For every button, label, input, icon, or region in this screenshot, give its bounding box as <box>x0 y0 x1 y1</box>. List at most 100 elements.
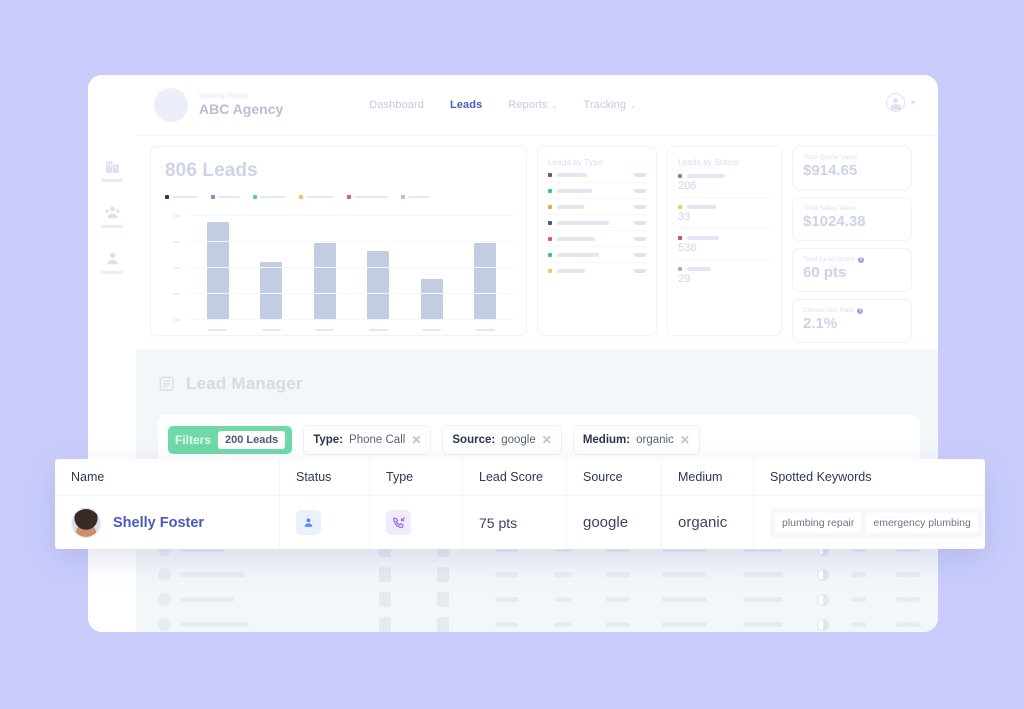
leads-by-status-row[interactable]: 206 <box>678 167 771 198</box>
meta-placeholder <box>850 597 867 602</box>
filters-button[interactable]: Filters 200 Leads <box>168 426 293 454</box>
table-row[interactable]: Shelly Foster 75 pts google organic plum… <box>55 495 985 549</box>
nav-item-leads[interactable]: Leads <box>450 99 482 111</box>
name-placeholder <box>180 572 246 577</box>
type-count <box>634 205 646 209</box>
chart-bar[interactable] <box>420 279 443 319</box>
type-color-dot <box>548 221 552 225</box>
nav-item-label: Leads <box>450 99 483 111</box>
chart-gridline <box>187 241 514 242</box>
close-icon[interactable]: ✕ <box>411 433 421 447</box>
type-label <box>557 205 584 209</box>
chevron-down-icon: ⌄ <box>551 103 558 110</box>
type-label <box>557 221 609 225</box>
close-icon[interactable]: ✕ <box>542 433 552 447</box>
column-header-name[interactable]: Name <box>55 459 280 495</box>
chart-gridline <box>187 267 514 268</box>
leads-by-type-row[interactable] <box>548 167 646 183</box>
cell-name[interactable]: Shelly Foster <box>55 496 280 549</box>
leads-by-type-row[interactable] <box>548 231 646 247</box>
avatar-placeholder <box>158 593 171 606</box>
chart-bar[interactable] <box>474 243 497 319</box>
type-color-dot <box>548 237 552 241</box>
progress-placeholder <box>816 568 829 581</box>
column-header-status[interactable]: Status <box>280 459 370 495</box>
lead-manager-title: Lead Manager <box>186 374 303 393</box>
column-header-spotted-keywords[interactable]: Spotted Keywords <box>754 459 985 495</box>
source-placeholder <box>554 572 573 577</box>
filters-count-badge: 200 Leads <box>218 431 286 449</box>
table-row-placeholder[interactable] <box>158 612 920 632</box>
column-header-type[interactable]: Type <box>370 459 463 495</box>
leads-by-status-row[interactable]: 33 <box>678 198 771 229</box>
user-menu[interactable] <box>886 93 916 112</box>
cell-source: google <box>567 496 662 549</box>
close-icon[interactable]: ✕ <box>680 433 690 447</box>
leads-by-type-row[interactable] <box>548 199 646 215</box>
legend-item <box>401 195 430 199</box>
top-bar: Viewing Profile ABC Agency Dashboard Lead… <box>88 75 938 136</box>
leads-chart-card: 806 Leads <box>150 146 527 336</box>
info-icon[interactable]: ? <box>857 307 864 314</box>
chart-bar[interactable] <box>206 222 229 319</box>
keywords-placeholder <box>661 597 708 602</box>
nav-item-reports[interactable]: Reports ⌄ <box>508 99 557 111</box>
chart-bar[interactable] <box>313 243 336 319</box>
nav-item-tracking[interactable]: Tracking ⌄ <box>583 99 636 111</box>
status-count: 29 <box>678 273 691 285</box>
type-placeholder <box>436 617 449 632</box>
chart-y-tick <box>173 293 180 295</box>
sidebar-item-1[interactable] <box>88 204 136 228</box>
leads-by-type-row[interactable] <box>548 263 646 278</box>
stat-label: Total Sales Value <box>803 205 901 212</box>
brand-block[interactable]: Viewing Profile ABC Agency <box>154 88 283 122</box>
progress-placeholder <box>816 593 829 606</box>
leads-by-type-row[interactable] <box>548 215 646 231</box>
type-label <box>557 253 599 257</box>
stat-card: Total Sales Value $1024.38 <box>792 197 912 241</box>
chart-bar[interactable] <box>260 262 283 319</box>
table-row-placeholder[interactable] <box>158 587 920 612</box>
filter-chip[interactable]: Type: Phone Call ✕ <box>303 425 432 455</box>
score-placeholder <box>494 572 519 577</box>
leads-by-type-row[interactable] <box>548 247 646 263</box>
lead-name-link[interactable]: Shelly Foster <box>113 515 204 531</box>
nav-item-dashboard[interactable]: Dashboard <box>369 99 424 111</box>
table-row-placeholder[interactable] <box>158 562 920 587</box>
filter-chip[interactable]: Source: google ✕ <box>442 425 562 455</box>
stat-label-text: Total Quote Value <box>803 154 858 161</box>
cell-medium: organic <box>662 496 754 549</box>
medium-placeholder <box>606 597 630 602</box>
chart-x-label <box>315 328 335 331</box>
leads-by-type-row[interactable] <box>548 183 646 199</box>
chart-x-label <box>261 328 281 331</box>
type-label <box>557 189 592 193</box>
chart-title: 806 Leads <box>165 160 258 181</box>
type-count <box>634 237 646 241</box>
stat-card: Total Lead Score? 60 pts <box>792 248 912 292</box>
column-header-source[interactable]: Source <box>567 459 662 495</box>
leads-by-type-card: Leads by Type <box>537 146 657 336</box>
sidebar-item-0[interactable] <box>88 158 136 182</box>
chart-bar[interactable] <box>367 251 390 319</box>
filter-chip[interactable]: Medium: organic ✕ <box>572 425 700 455</box>
chart-x-label-slot <box>405 328 459 331</box>
sidebar-item-2[interactable] <box>88 250 136 274</box>
cell-spotted-keywords: plumbing repair emergency plumbing <box>754 496 985 549</box>
info-icon[interactable]: ? <box>857 256 864 263</box>
leads-by-status-row[interactable]: 29 <box>678 260 771 290</box>
status-label <box>687 236 719 240</box>
chart-x-label <box>475 328 495 331</box>
legend-item <box>211 195 240 199</box>
leads-by-status-row[interactable]: 538 <box>678 229 771 260</box>
keyword-tag: plumbing repair <box>775 512 862 533</box>
type-count <box>634 221 646 225</box>
column-header-medium[interactable]: Medium <box>662 459 754 495</box>
stat-card: Total Quote Value $914.65 <box>792 146 912 190</box>
type-count <box>634 189 646 193</box>
legend-item <box>299 195 334 199</box>
legend-label <box>408 195 430 199</box>
stat-cards: Total Quote Value $914.65 Total Sales Valu… <box>792 146 912 350</box>
column-header-lead-score[interactable]: Lead Score <box>463 459 567 495</box>
medium-placeholder <box>606 572 630 577</box>
